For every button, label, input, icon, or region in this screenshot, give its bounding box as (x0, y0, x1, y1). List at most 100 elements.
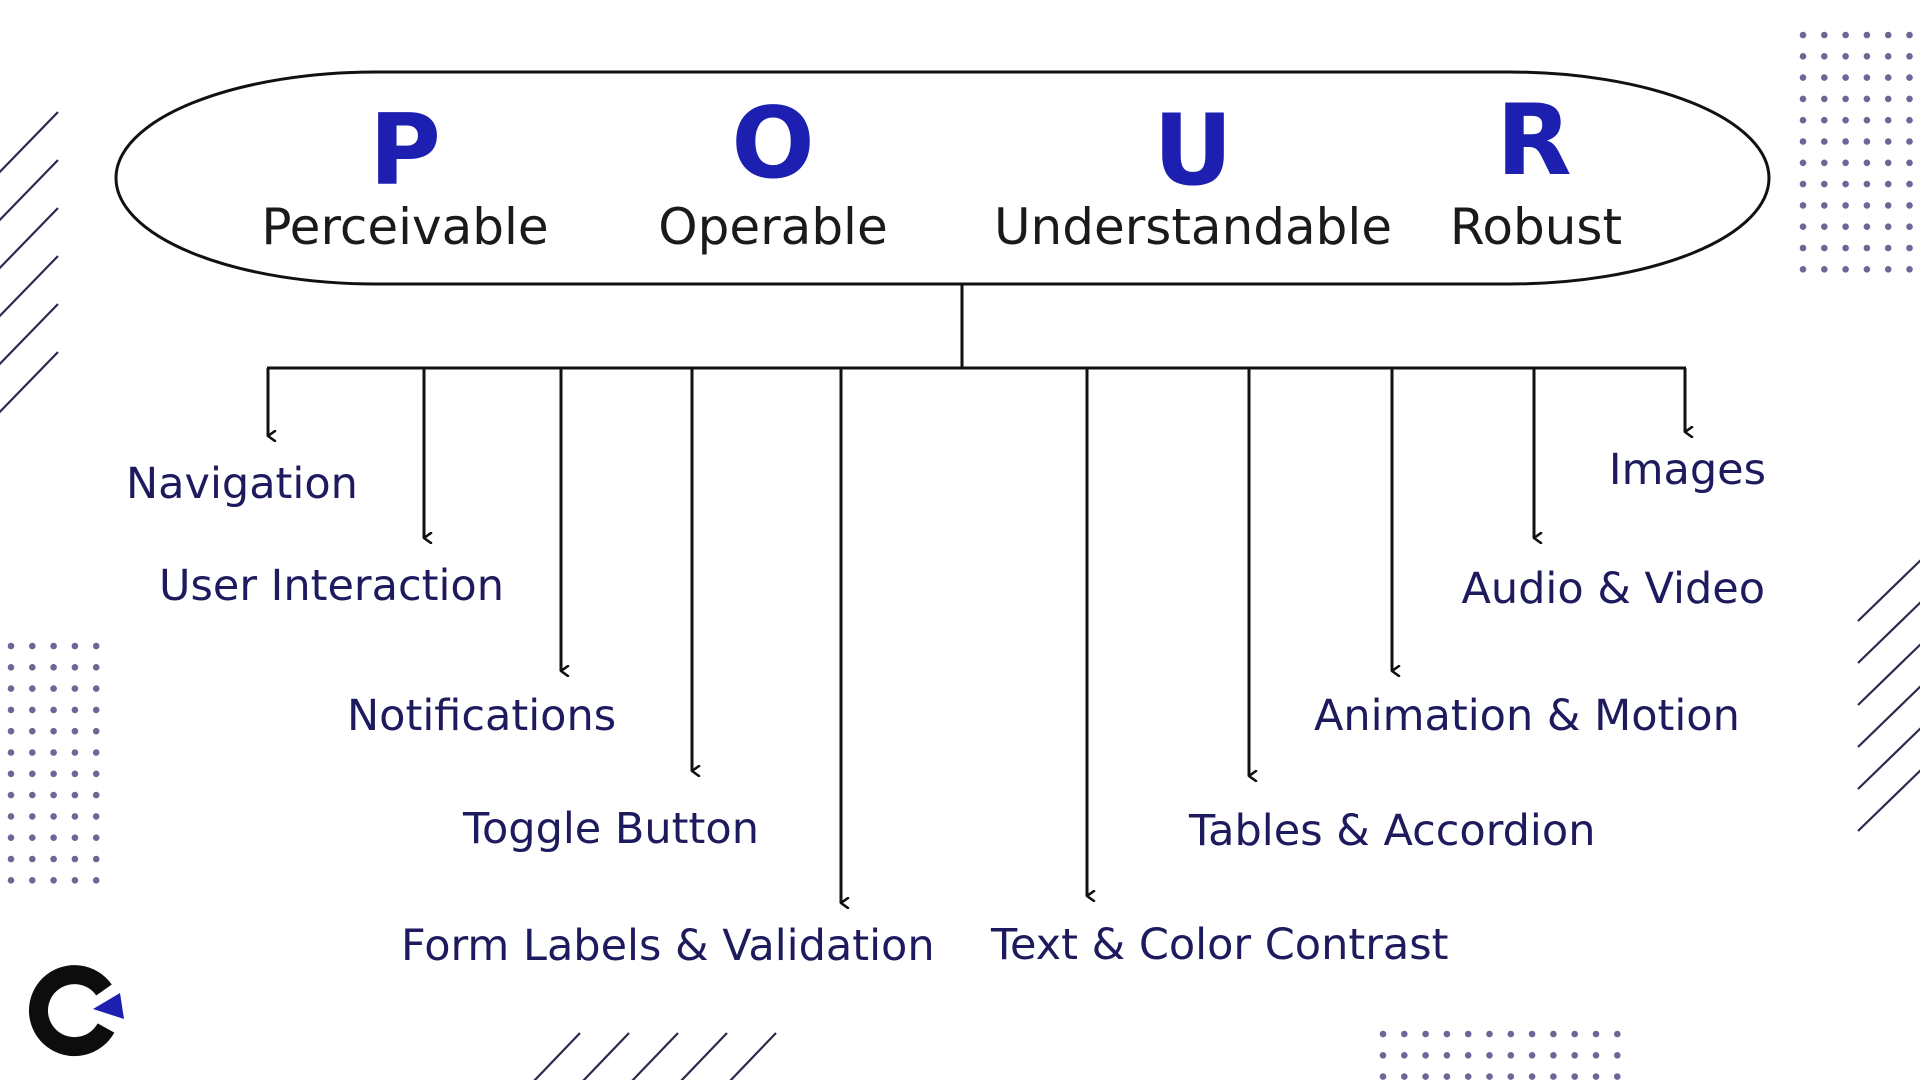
decor-dot (1507, 1073, 1515, 1080)
decor-dot (1614, 1030, 1621, 1038)
decor-dot (1443, 1073, 1451, 1080)
decor-dot (50, 727, 57, 735)
decor-dot (1550, 1052, 1557, 1059)
principle-word: Operable (658, 198, 887, 256)
decor-dot (1906, 202, 1913, 209)
decor-dot (1884, 74, 1892, 81)
decor-dot (7, 664, 15, 671)
decor-dot (1842, 159, 1849, 167)
decor-dot (1906, 74, 1913, 81)
decor-dot (71, 813, 79, 820)
dot-grid-top-right (1799, 31, 1913, 273)
decor-dot (1486, 1030, 1493, 1038)
decor-dot (1863, 74, 1871, 81)
decor-dot (1528, 1052, 1536, 1059)
decor-slash (1857, 769, 1920, 832)
decor-dot (71, 791, 79, 799)
decor-dot (1842, 202, 1849, 209)
decor-dot (1592, 1052, 1600, 1059)
principle-letter: P (369, 94, 441, 208)
decor-dot (1884, 53, 1892, 60)
decor-dot (1863, 244, 1871, 252)
decor-dot (1799, 116, 1807, 124)
decor-dot (1799, 202, 1807, 209)
decor-dot (1842, 31, 1849, 39)
decor-dot (92, 727, 100, 735)
branch-label-text-color: Text & Color Contrast (990, 920, 1449, 970)
decor-dot (50, 685, 57, 692)
decor-dot (50, 706, 57, 714)
decor-dot (1906, 95, 1913, 103)
decor-dot (1821, 53, 1828, 60)
slashes-bottom (533, 1032, 777, 1080)
principle-letter: U (1153, 94, 1233, 208)
principle-letter: R (1496, 84, 1571, 198)
decor-dot (1884, 266, 1892, 273)
decorations (0, 31, 1920, 1080)
decor-dot (92, 770, 100, 778)
branch-label-tables-accordion: Tables & Accordion (1188, 806, 1595, 856)
decor-dot (50, 791, 57, 799)
decor-dot (1571, 1030, 1578, 1038)
decor-dot (29, 855, 36, 863)
decor-dot (1906, 180, 1913, 188)
branch-label-user-interaction: User Interaction (159, 561, 504, 611)
decor-dot (1884, 159, 1892, 167)
decor-dot (7, 749, 15, 756)
dot-grid-left (7, 642, 100, 884)
decor-dot (1906, 31, 1913, 39)
decor-dot (29, 727, 36, 735)
decor-dot (1863, 180, 1871, 188)
decor-dot (1842, 244, 1849, 252)
principle-perceivable: P Perceivable (261, 94, 548, 256)
decor-dot (1821, 95, 1828, 103)
decor-dot (92, 877, 100, 884)
decor-dot (1842, 223, 1849, 230)
decor-dot (7, 813, 15, 820)
decor-dot (1884, 95, 1892, 103)
decor-dot (92, 642, 100, 650)
decor-dot (29, 770, 36, 778)
decor-dot (92, 855, 100, 863)
decor-dot (1799, 223, 1807, 230)
decor-dot (1884, 31, 1892, 39)
decor-dot (50, 813, 57, 820)
decor-dot (71, 877, 79, 884)
decor-dot (1821, 159, 1828, 167)
decor-dot (1906, 159, 1913, 167)
decor-dot (1821, 138, 1828, 145)
decor-slash (0, 351, 59, 414)
decor-dot (1821, 223, 1828, 230)
decor-dot (92, 834, 100, 841)
decor-dot (1422, 1052, 1429, 1059)
decor-dot (1799, 74, 1807, 81)
decor-dot (29, 877, 36, 884)
decor-dot (1799, 53, 1807, 60)
decor-dot (29, 749, 36, 756)
decor-dot (1799, 138, 1807, 145)
decor-dot (1863, 31, 1871, 39)
branch-label-audio-video: Audio & Video (1461, 564, 1765, 614)
decor-dot (1906, 138, 1913, 145)
decor-dot (1863, 202, 1871, 209)
decor-dot (1906, 53, 1913, 60)
decor-dot (1799, 180, 1807, 188)
dot-grid-bottom-right (1379, 1030, 1621, 1080)
decor-dot (1863, 159, 1871, 167)
decor-dot (1614, 1073, 1621, 1080)
decor-dot (71, 706, 79, 714)
decor-dot (1799, 95, 1807, 103)
decor-dot (92, 749, 100, 756)
decor-dot (1884, 180, 1892, 188)
decor-dot (1906, 223, 1913, 230)
slashes-right (1857, 559, 1920, 832)
decor-dot (92, 813, 100, 820)
decor-dot (1799, 31, 1807, 39)
decor-dot (1884, 244, 1892, 252)
decor-dot (71, 727, 79, 735)
principle-letter: O (731, 87, 814, 201)
decor-dot (1884, 223, 1892, 230)
decor-dot (1614, 1052, 1621, 1059)
decor-dot (1799, 159, 1807, 167)
principle-word: Understandable (994, 198, 1392, 256)
